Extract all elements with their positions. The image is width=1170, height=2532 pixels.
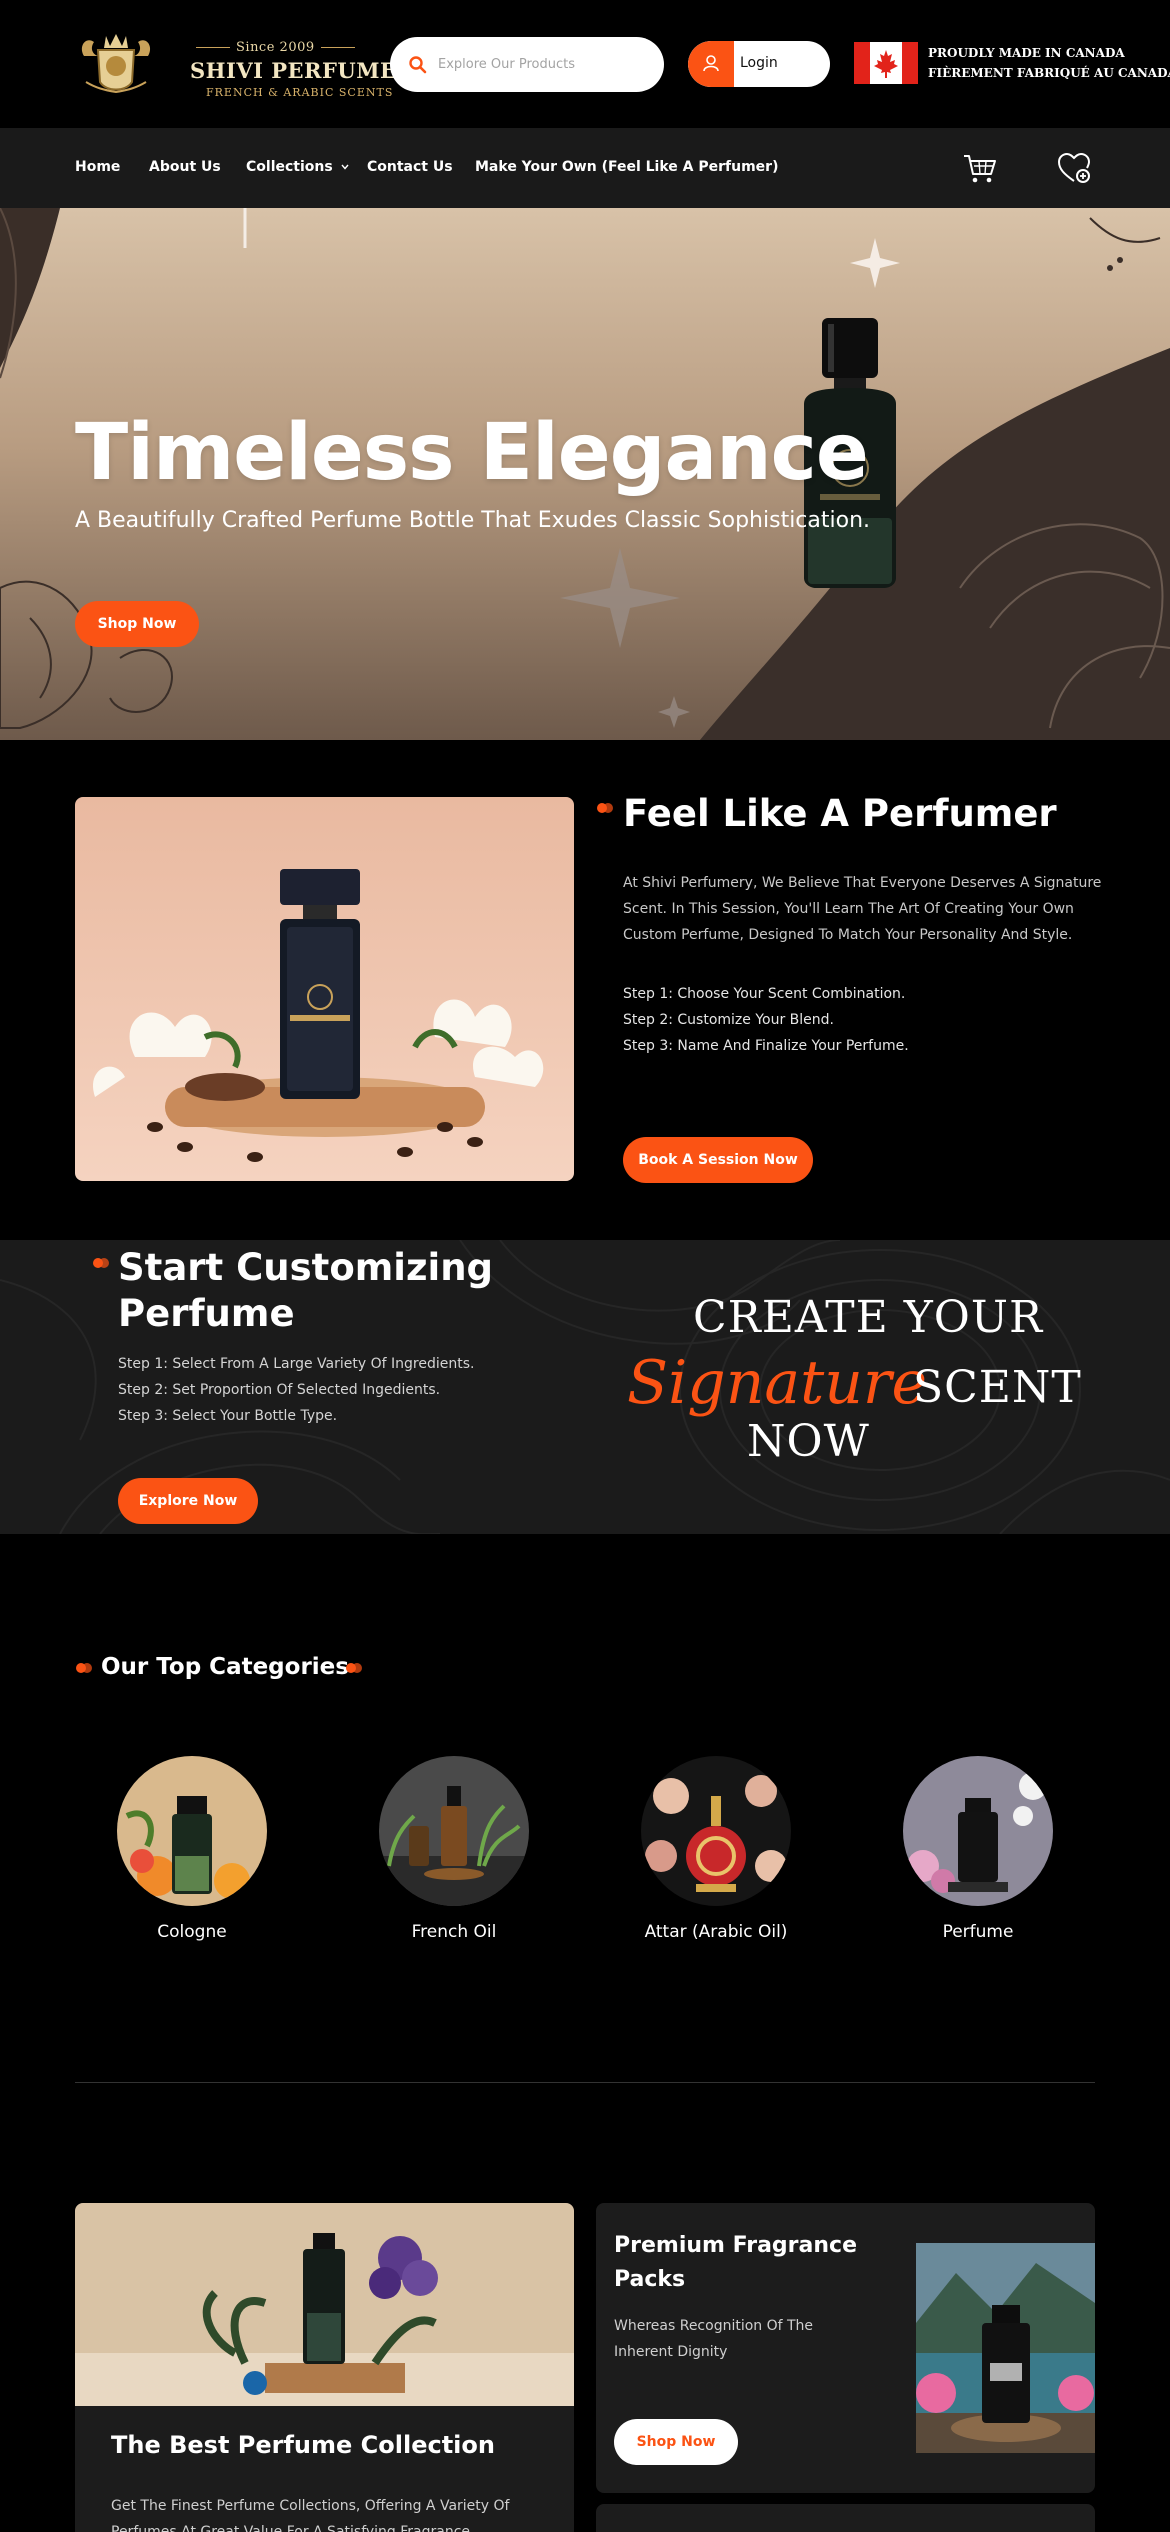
secondary-card[interactable] bbox=[596, 2504, 1095, 2532]
top-bar: Since 2009 SHIVI PERFUMERY FRENCH & ARAB… bbox=[0, 0, 1170, 128]
category-label: Attar (Arabic Oil) bbox=[644, 1922, 788, 1942]
nav-home[interactable]: Home bbox=[75, 159, 120, 175]
category-label: Perfume bbox=[942, 1922, 1014, 1942]
brand-logo[interactable]: Since 2009 SHIVI PERFUMERY FRENCH & ARAB… bbox=[76, 26, 429, 99]
chevron-down-icon bbox=[341, 164, 349, 170]
feel-step-1: Step 1: Choose Your Scent Combination. bbox=[623, 986, 906, 1002]
top-categories-section: Our Top Categories Cologne French Oil At… bbox=[0, 1534, 1170, 2084]
collection-card-photo bbox=[75, 2203, 574, 2406]
fragrance-packs-card[interactable]: Premium Fragrance Packs Whereas Recognit… bbox=[596, 2203, 1095, 2493]
nav-contact-us[interactable]: Contact Us bbox=[367, 159, 453, 175]
customize-title-line-1: Start Customizing bbox=[118, 1246, 494, 1289]
signature-line-scent: SCENT bbox=[913, 1362, 1082, 1413]
nav-about-us[interactable]: About Us bbox=[149, 159, 221, 175]
customize-title-line-2: Perfume bbox=[118, 1292, 295, 1335]
accent-dot-icon bbox=[93, 1258, 109, 1268]
canada-flag-icon bbox=[854, 42, 918, 84]
feel-step-2: Step 2: Customize Your Blend. bbox=[623, 1012, 834, 1028]
heart-plus-icon[interactable] bbox=[1056, 150, 1092, 186]
made-in-canada-fr: FIÈREMENT FABRIQUÉ AU CANADA bbox=[928, 66, 1170, 80]
fragrance-packs-title: Premium Fragrance Packs bbox=[614, 2233, 857, 2292]
signature-line-now: NOW bbox=[747, 1416, 870, 1467]
nav-collections[interactable]: Collections bbox=[246, 159, 350, 175]
section-divider bbox=[75, 2082, 1095, 2083]
fragrance-packs-photo bbox=[916, 2243, 1095, 2453]
made-in-canada-en: PROUDLY MADE IN CANADA bbox=[928, 46, 1125, 60]
collection-card[interactable]: The Best Perfume Collection Get The Fine… bbox=[75, 2203, 574, 2532]
accent-dot-icon bbox=[346, 1663, 362, 1673]
customize-step-2: Step 2: Set Proportion Of Selected Inged… bbox=[118, 1382, 441, 1398]
user-icon bbox=[688, 41, 734, 87]
fragrance-packs-description: Whereas Recognition Of The Inherent Dign… bbox=[614, 2318, 814, 2360]
feel-step-3: Step 3: Name And Finalize Your Perfume. bbox=[623, 1038, 909, 1054]
login-button[interactable]: Login bbox=[688, 41, 830, 87]
brand-since: Since 2009 bbox=[190, 40, 361, 55]
search-icon[interactable] bbox=[408, 55, 428, 75]
category-image bbox=[641, 1756, 791, 1906]
main-nav: Home About Us Collections Contact Us Mak… bbox=[0, 128, 1170, 208]
accent-dot-icon bbox=[76, 1663, 92, 1673]
feel-description: At Shivi Perfumery, We Believe That Ever… bbox=[623, 875, 1102, 943]
categories-title: Our Top Categories bbox=[101, 1654, 349, 1680]
hero-banner: Timeless Elegance A Beautifully Crafted … bbox=[0, 208, 1170, 740]
customize-step-1: Step 1: Select From A Large Variety Of I… bbox=[118, 1356, 475, 1372]
perfumer-product-photo bbox=[75, 797, 574, 1181]
signature-line-create-your: CREATE YOUR bbox=[693, 1292, 1044, 1343]
category-label: Cologne bbox=[157, 1922, 227, 1942]
hero-subtitle: A Beautifully Crafted Perfume Bottle Tha… bbox=[75, 508, 871, 533]
customize-section: Start Customizing Perfume Step 1: Select… bbox=[0, 1240, 1170, 1534]
search-bar bbox=[390, 37, 664, 92]
feel-like-a-perfumer-section: Feel Like A Perfumer At Shivi Perfumery,… bbox=[0, 740, 1170, 1240]
cart-icon[interactable] bbox=[962, 150, 998, 186]
hero-shop-now-button[interactable]: Shop Now bbox=[75, 601, 199, 647]
collection-card-description: Get The Finest Perfume Collections, Offe… bbox=[111, 2498, 510, 2532]
nav-make-your-own[interactable]: Make Your Own (Feel Like A Perfumer) bbox=[475, 159, 778, 175]
hero-title: Timeless Elegance bbox=[75, 408, 869, 498]
customize-step-3: Step 3: Select Your Bottle Type. bbox=[118, 1408, 338, 1424]
category-image bbox=[117, 1756, 267, 1906]
search-input[interactable] bbox=[438, 47, 648, 81]
category-image bbox=[903, 1756, 1053, 1906]
category-label: French Oil bbox=[411, 1922, 497, 1942]
brand-tagline: FRENCH & ARABIC SCENTS bbox=[206, 86, 394, 99]
book-session-button[interactable]: Book A Session Now bbox=[623, 1137, 813, 1183]
feel-title: Feel Like A Perfumer bbox=[623, 792, 1057, 835]
category-perfume[interactable]: Perfume bbox=[878, 1756, 1078, 1966]
category-french-oil[interactable]: French Oil bbox=[354, 1756, 554, 1966]
made-in-canada: PROUDLY MADE IN CANADA FIÈREMENT FABRIQU… bbox=[854, 42, 1170, 86]
explore-now-button[interactable]: Explore Now bbox=[118, 1478, 258, 1524]
signature-script: Signature bbox=[627, 1348, 928, 1418]
collection-card-title: The Best Perfume Collection bbox=[111, 2431, 495, 2459]
crest-icon bbox=[81, 34, 151, 94]
fragrance-packs-shop-button[interactable]: Shop Now bbox=[614, 2419, 738, 2465]
category-cologne[interactable]: Cologne bbox=[92, 1756, 292, 1966]
nav-collections-label: Collections bbox=[246, 159, 333, 175]
login-label: Login bbox=[740, 55, 778, 71]
category-attar-arabic-oil[interactable]: Attar (Arabic Oil) bbox=[616, 1756, 816, 1966]
accent-dot-icon bbox=[597, 803, 613, 813]
category-image bbox=[379, 1756, 529, 1906]
